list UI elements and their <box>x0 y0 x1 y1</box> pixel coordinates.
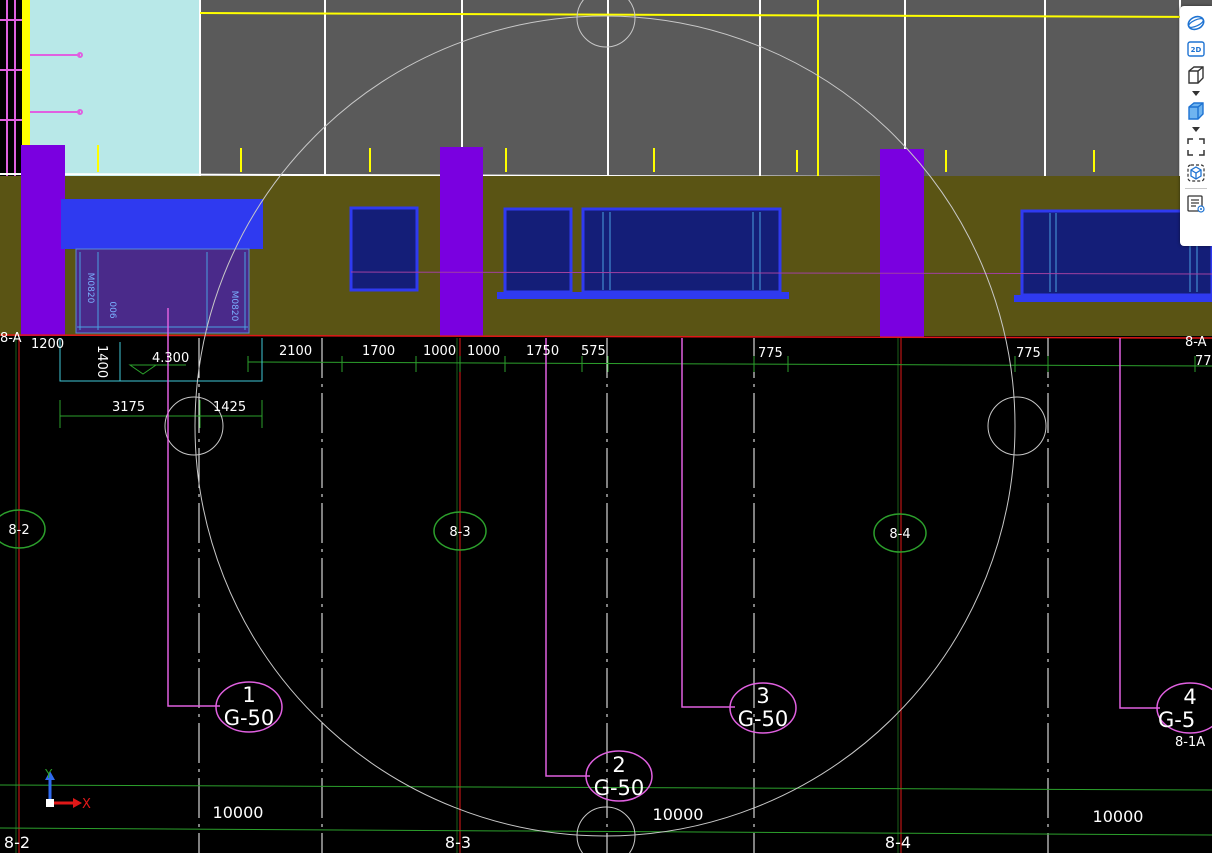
view-2d-button[interactable]: 2D <box>1182 36 1210 62</box>
orbit-button[interactable] <box>1182 10 1210 36</box>
layer-list-button[interactable] <box>1182 191 1210 217</box>
chevron-down-icon <box>1192 126 1200 132</box>
door-label-left: M0820 <box>85 273 95 304</box>
window-3 <box>581 207 782 294</box>
dim-1400: 1400 <box>94 345 109 378</box>
door-label-mid: 006 <box>107 301 117 318</box>
leader-lines <box>167 308 1160 777</box>
axis-label-right-mid: 8-1A <box>1175 735 1205 750</box>
view-toolbar: 2D <box>1180 6 1212 246</box>
orbit-icon <box>1187 15 1205 31</box>
bottom-axis-8-3: 8-3 <box>445 833 471 852</box>
view-cube-icon <box>1187 164 1205 182</box>
tag-ellipses <box>215 681 1212 802</box>
toolbar-separator <box>1185 188 1207 189</box>
window-2 <box>503 207 573 294</box>
window-1 <box>349 206 419 292</box>
tag-1-number: 1 <box>242 683 255 707</box>
marker-circle-right <box>987 396 1047 456</box>
column-tag-texts: 1 G-50 2 G-50 3 G-50 4 G-5 <box>224 683 1197 800</box>
door-opening <box>75 248 250 334</box>
cube-shaded-icon <box>1188 102 1204 120</box>
drawing-canvas[interactable]: M0820 006 M0820 1200 1400 4.300 2100 170… <box>0 0 1212 853</box>
dim-1000-b: 1000 <box>467 344 500 359</box>
view-2d-icon: 2D <box>1187 41 1205 57</box>
door-label-right: M0820 <box>229 291 239 322</box>
ucs-icon: X Y <box>44 767 91 812</box>
zoom-extents-button[interactable] <box>1182 134 1210 160</box>
axis-bubble-8-4: 8-4 <box>889 527 910 542</box>
axis-lines <box>18 338 902 853</box>
dim-1000-a: 1000 <box>423 344 456 359</box>
level-marker <box>128 364 158 375</box>
marker-circle-bottom <box>576 806 636 853</box>
door-canopy <box>61 199 263 249</box>
axis-bubble-texts: 8-2 8-3 8-4 <box>8 523 910 542</box>
edge-labels: 8-A 8-A 8-1A <box>0 331 1207 750</box>
window-sill-1 <box>497 292 789 299</box>
tag-3-number: 3 <box>756 684 769 708</box>
dim-4300: 4.300 <box>152 351 189 366</box>
bottom-axis-texts: 8-2 8-3 8-4 <box>4 833 911 852</box>
dim-1750: 1750 <box>526 344 559 359</box>
axis-bubble-8-2: 8-2 <box>8 523 29 538</box>
cube-outline-icon <box>1188 66 1204 84</box>
view-3d-dropdown[interactable] <box>1182 88 1210 98</box>
tag-4-number: 4 <box>1183 685 1196 709</box>
tag-3-type: G-50 <box>738 707 789 731</box>
dim-775-b: 775 <box>1016 346 1041 361</box>
dim-2100: 2100 <box>279 344 312 359</box>
column-right <box>880 149 924 337</box>
axis-label-right-top: 8-A <box>1185 335 1207 350</box>
dim-1200: 1200 <box>31 337 64 352</box>
dim-1700: 1700 <box>362 344 395 359</box>
dim-775-a: 775 <box>758 346 783 361</box>
column-mid <box>440 147 483 336</box>
window-sill-2 <box>1014 295 1212 302</box>
view-3d-button[interactable] <box>1182 62 1210 88</box>
span-10000-b: 10000 <box>653 805 704 824</box>
span-10000-a: 10000 <box>213 803 264 822</box>
dim-ticks <box>59 356 1196 428</box>
column-left <box>21 145 65 336</box>
dim-575: 575 <box>581 344 606 359</box>
zoom-extents-icon <box>1187 138 1205 156</box>
model-elevation: M0820 006 M0820 <box>0 0 1212 339</box>
tag-1-type: G-50 <box>224 706 275 730</box>
span-texts: 10000 10000 10000 <box>213 803 1144 826</box>
ucs-x-label: X <box>82 797 91 812</box>
dim-3175: 3175 <box>112 400 145 415</box>
shade-mode-button[interactable] <box>1182 98 1210 124</box>
layer-list-icon <box>1187 195 1205 213</box>
chevron-down-icon <box>1192 90 1200 96</box>
roof-slab <box>200 0 1212 176</box>
tag-2-type: G-50 <box>594 776 645 800</box>
axis-label-left-top: 8-A <box>0 331 22 346</box>
dim-1425: 1425 <box>213 400 246 415</box>
cad-viewport[interactable]: M0820 006 M0820 1200 1400 4.300 2100 170… <box>0 0 1212 853</box>
axis-bubble-8-3: 8-3 <box>449 525 470 540</box>
dim-77: 77 <box>1195 354 1212 369</box>
shade-mode-dropdown[interactable] <box>1182 124 1210 134</box>
ucs-y-label: Y <box>44 767 53 781</box>
span-10000-c: 10000 <box>1093 807 1144 826</box>
tag-4-type: G-5 <box>1158 708 1195 732</box>
view-cube-button[interactable] <box>1182 160 1210 186</box>
tag-2-number: 2 <box>612 753 625 777</box>
bottom-axis-8-2: 8-2 <box>4 833 30 852</box>
bottom-axis-8-4: 8-4 <box>885 833 911 852</box>
svg-text:2D: 2D <box>1191 46 1202 54</box>
